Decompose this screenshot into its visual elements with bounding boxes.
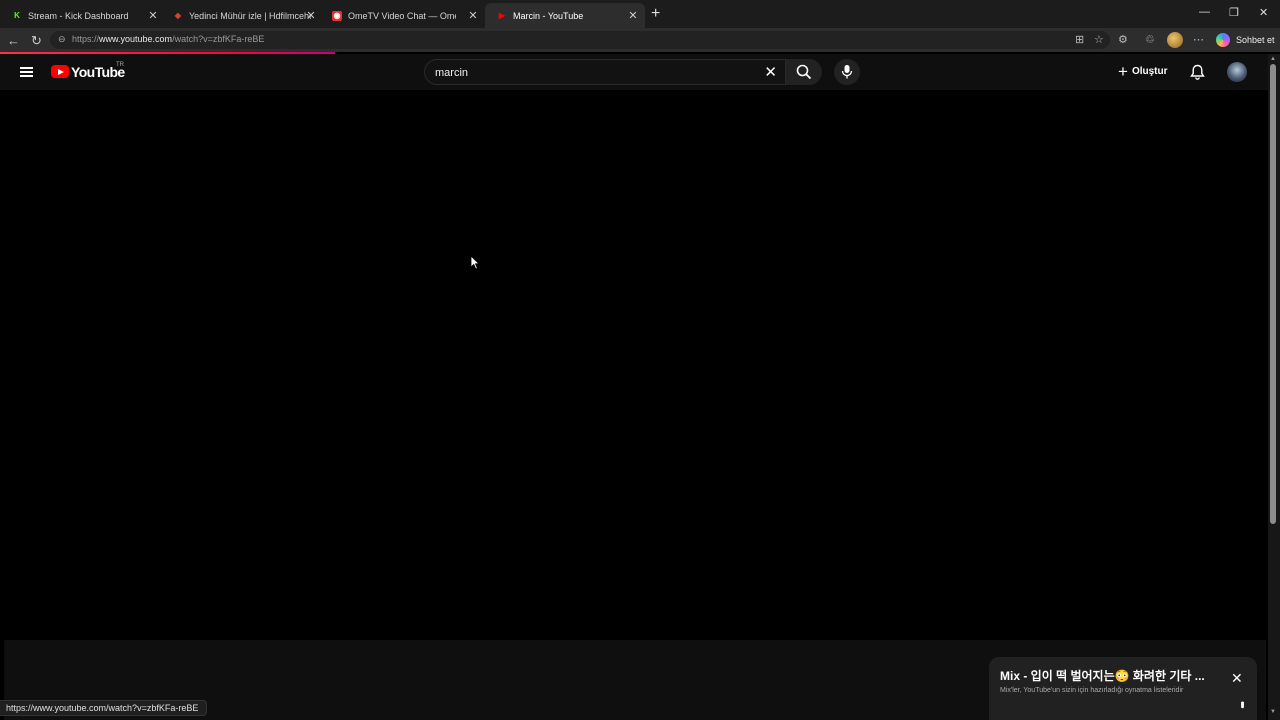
site-favicon-icon: ◈: [174, 11, 182, 20]
voice-search-button[interactable]: [834, 59, 860, 85]
search-icon: [796, 64, 812, 80]
url-field[interactable]: ⊖ https://www.youtube.com/watch?v=zbfKFa…: [50, 31, 1110, 49]
minimize-icon[interactable]: —: [1199, 6, 1210, 18]
mix-title[interactable]: Mix - 입이 떡 벌어지는😳 화려한 기타 ...: [1000, 667, 1222, 684]
profile-avatar[interactable]: [1167, 32, 1183, 48]
tab-label: Stream - Kick Dashboard: [28, 10, 129, 21]
country-code: TR: [116, 62, 124, 68]
browser-tab-bar: K Stream - Kick Dashboard ✕ ◈ Yedinci Mü…: [0, 0, 1280, 28]
close-icon[interactable]: ✕: [1231, 670, 1243, 687]
notifications-bell-icon[interactable]: [1190, 64, 1205, 80]
reload-icon[interactable]: ↻: [31, 33, 42, 49]
scrollbar-thumb[interactable]: [1270, 64, 1276, 524]
tab-ometv[interactable]: ◉ OmeTV Video Chat — Omegl ✕: [320, 3, 485, 28]
close-window-icon[interactable]: ✕: [1259, 6, 1268, 19]
address-bar: ← ↻ ⊖ https://www.youtube.com/watch?v=zb…: [0, 28, 1280, 52]
new-tab-button[interactable]: +: [651, 5, 660, 23]
close-tab-icon[interactable]: ✕: [147, 9, 159, 22]
close-tab-icon[interactable]: ✕: [627, 9, 639, 22]
kick-favicon-icon: K: [14, 11, 20, 20]
collections-icon[interactable]: ♲: [1145, 33, 1155, 46]
url-text: https://www.youtube.com/watch?v=zbfKFa-r…: [72, 34, 265, 44]
plus-icon: +: [1118, 62, 1128, 81]
more-vertical-icon[interactable]: •••: [1236, 701, 1248, 707]
mix-playlist-card[interactable]: Mix - 입이 떡 벌어지는😳 화려한 기타 ... Mix'ler, You…: [989, 657, 1257, 720]
tab-kick-dashboard[interactable]: K Stream - Kick Dashboard ✕: [0, 3, 165, 28]
copilot-icon[interactable]: [1216, 33, 1230, 47]
tab-hdfilmcehennemi[interactable]: ◈ Yedinci Mühür izle | Hdfilmcehenn ✕: [161, 3, 323, 28]
scroll-up-icon[interactable]: ▲: [1270, 56, 1276, 62]
site-info-icon[interactable]: ⊖: [58, 34, 66, 45]
account-avatar[interactable]: [1227, 62, 1247, 82]
menu-icon[interactable]: [20, 67, 33, 77]
more-options-icon[interactable]: ⋯: [1193, 33, 1204, 46]
favorite-star-icon[interactable]: ☆: [1094, 33, 1104, 46]
restore-icon[interactable]: ❐: [1229, 6, 1239, 19]
ometv-favicon-icon: ◉: [332, 10, 342, 21]
video-player[interactable]: [4, 90, 1266, 640]
clear-search-icon[interactable]: ✕: [764, 63, 777, 81]
microphone-icon: [841, 65, 853, 79]
copilot-chat-label[interactable]: Sohbet et: [1236, 35, 1275, 45]
app-available-icon[interactable]: ⊞: [1075, 33, 1084, 46]
scroll-down-icon[interactable]: ▼: [1270, 709, 1276, 715]
mouse-cursor-icon: [470, 255, 480, 270]
tab-youtube[interactable]: ▶ Marcin - YouTube ✕: [485, 3, 645, 28]
youtube-favicon-icon: ▶: [498, 11, 506, 20]
page-scrollbar[interactable]: ▲ ▼: [1268, 54, 1280, 720]
search-query[interactable]: marcin: [435, 67, 468, 79]
mix-subtitle: Mix'ler, YouTube'un sizin için hazırladı…: [1000, 687, 1184, 694]
search-button[interactable]: [786, 59, 822, 85]
youtube-logo-icon[interactable]: [51, 65, 69, 78]
create-button[interactable]: + Oluştur: [1118, 63, 1168, 80]
status-bar-url: https://www.youtube.com/watch?v=zbfKFa-r…: [0, 700, 208, 716]
search-input[interactable]: marcin ✕: [424, 59, 786, 85]
tab-label: OmeTV Video Chat — Omegl: [348, 10, 456, 21]
close-tab-icon[interactable]: ✕: [467, 9, 479, 22]
create-label: Oluştur: [1131, 66, 1168, 77]
tab-label: Yedinci Mühür izle | Hdfilmcehenn: [189, 10, 311, 21]
back-icon[interactable]: ←: [7, 33, 20, 48]
tab-label: Marcin - YouTube: [513, 10, 584, 21]
close-tab-icon[interactable]: ✕: [305, 9, 317, 22]
extensions-icon[interactable]: ⚙: [1118, 33, 1128, 46]
youtube-header: YouTube TR marcin ✕ + Oluştur: [0, 54, 1268, 90]
